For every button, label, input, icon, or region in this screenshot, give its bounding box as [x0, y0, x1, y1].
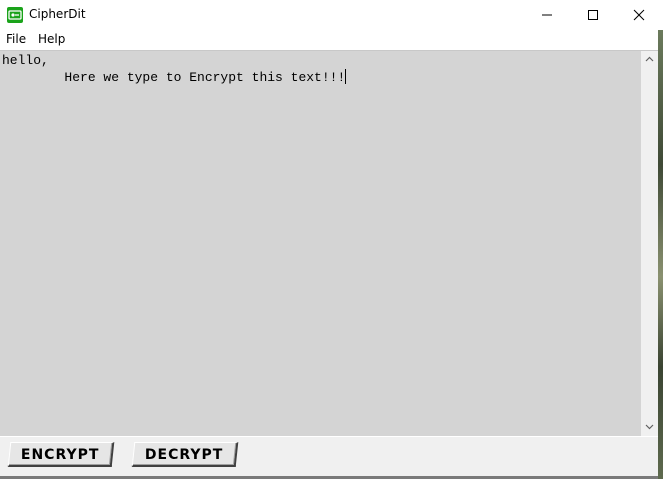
action-panel-divider — [0, 436, 658, 437]
decrypt-button[interactable]: DECRYPT — [131, 442, 239, 467]
window-title: CipherDit — [29, 7, 86, 21]
chevron-up-icon — [645, 56, 654, 62]
encrypt-button[interactable]: ENCRYPT — [7, 442, 115, 467]
menu-file[interactable]: File — [6, 32, 26, 46]
menu-help[interactable]: Help — [38, 32, 65, 46]
title-bar[interactable]: CipherDit — [0, 0, 663, 30]
minimize-icon — [542, 14, 552, 16]
chevron-down-icon — [645, 424, 654, 430]
encrypt-button-label: ENCRYPT — [21, 447, 100, 463]
close-button[interactable] — [616, 0, 662, 30]
editor-line-2: Here we type to Encrypt this text!!! — [2, 69, 347, 86]
close-icon — [633, 9, 645, 21]
scroll-down-button[interactable] — [641, 419, 658, 436]
editor-line-1-text: hello, — [2, 53, 49, 68]
text-caret — [345, 69, 347, 84]
editor-line-2-text: Here we type to Encrypt this text!!! — [2, 70, 346, 85]
maximize-button[interactable] — [570, 0, 616, 30]
minimize-button[interactable] — [524, 0, 570, 30]
decrypt-button-label: DECRYPT — [145, 447, 224, 463]
vertical-scrollbar[interactable] — [641, 51, 658, 436]
menu-bar: File Help — [0, 30, 663, 50]
cipherdit-app-icon — [7, 7, 23, 23]
maximize-icon — [588, 10, 598, 20]
text-editor[interactable]: hello, Here we type to Encrypt this text… — [0, 51, 641, 436]
editor-line-1: hello, — [2, 53, 49, 69]
desktop-background-edge — [658, 30, 663, 479]
app-window: CipherDit File Help hello, Here we type … — [0, 0, 663, 479]
scroll-up-button[interactable] — [641, 51, 658, 68]
